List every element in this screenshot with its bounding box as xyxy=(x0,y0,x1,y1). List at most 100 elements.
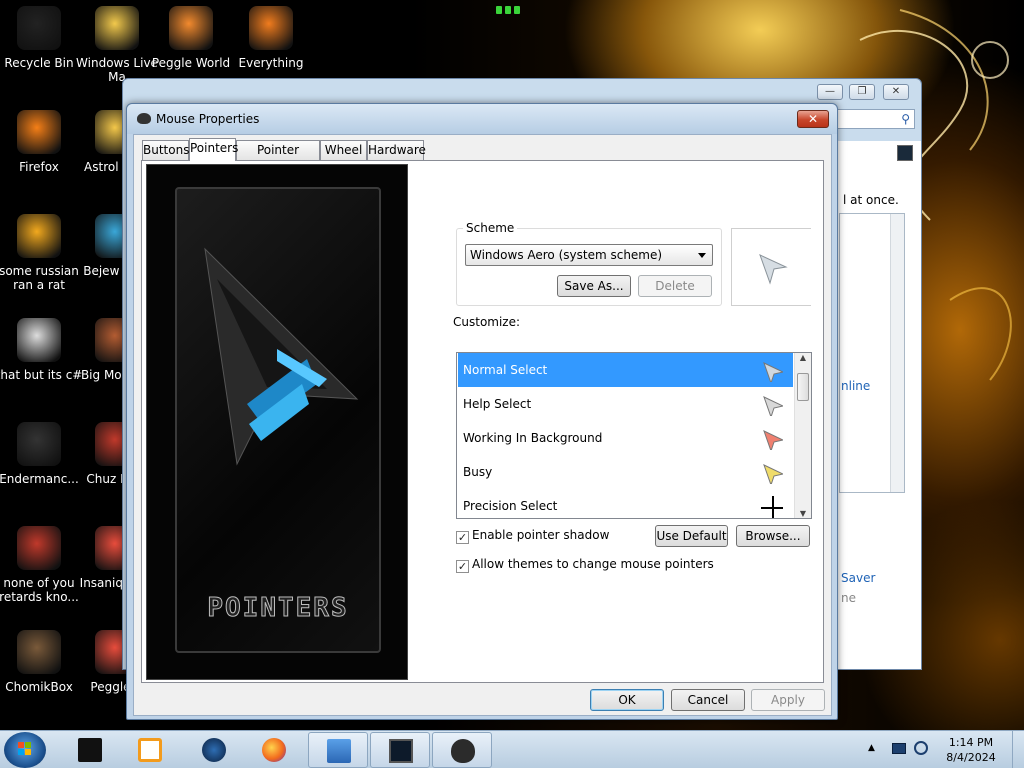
arrow-cursor-icon xyxy=(763,396,783,416)
bg-text-ne: ne xyxy=(841,591,856,605)
taskbar-mouse-properties[interactable] xyxy=(432,732,492,768)
save-as-button[interactable]: Save As... xyxy=(557,275,631,297)
bg-list-scrollbar[interactable] xyxy=(890,214,904,492)
taskbar-media-player[interactable] xyxy=(120,732,180,768)
taskbar-terminal-app[interactable] xyxy=(60,732,120,768)
scroll-up-icon[interactable]: ▲ xyxy=(795,353,811,362)
pointer-list-item[interactable]: Precision Select xyxy=(458,489,793,518)
banner-title: POINTERS xyxy=(207,593,349,624)
bg-search-icon[interactable]: ⚲ xyxy=(835,109,915,129)
taskbar: ▲ 1:14 PM 8/4/2024 xyxy=(0,730,1024,768)
bg-app-icon xyxy=(897,145,913,161)
arrow-cursor-icon xyxy=(763,464,783,484)
file-icon xyxy=(17,214,61,258)
pointer-list-item[interactable]: Working In Background xyxy=(458,421,793,455)
taskbar-firefox[interactable] xyxy=(244,732,304,768)
dialog-title: Mouse Properties xyxy=(156,112,260,126)
bg-maximize-button[interactable]: ❐ xyxy=(849,84,875,100)
tray-expand-icon[interactable]: ▲ xyxy=(868,743,875,753)
pointer-art-icon xyxy=(204,247,359,466)
globe-icon xyxy=(202,738,226,762)
crosshair-cursor-icon xyxy=(761,496,783,518)
pointer-preview xyxy=(731,228,811,306)
scheme-caption: Scheme xyxy=(463,221,518,235)
shortcut-icon xyxy=(17,318,61,362)
scheme-dropdown[interactable]: Windows Aero (system scheme) xyxy=(465,244,713,266)
mouse-properties-dialog: Mouse Properties ✕ Buttons Pointers Poin… xyxy=(126,103,838,720)
firefox-icon xyxy=(17,110,61,154)
bg-minimize-button[interactable]: — xyxy=(817,84,843,100)
show-desktop-button[interactable] xyxy=(1012,731,1024,768)
windows-logo-icon xyxy=(18,742,31,755)
chomikbox-icon xyxy=(17,630,61,674)
pointer-name: Working In Background xyxy=(463,431,603,445)
wallpaper-green-lights xyxy=(496,6,528,14)
dialog-content: Buttons Pointers Pointer Options Wheel H… xyxy=(133,134,832,716)
pointer-list[interactable]: Normal Select Help Select Working In Backg… xyxy=(456,352,812,519)
bg-link-saver[interactable]: Saver xyxy=(841,571,875,585)
firefox-icon xyxy=(262,738,286,762)
enable-pointer-shadow-checkbox[interactable]: ✓ Enable pointer shadow xyxy=(456,528,609,544)
clock-time: 1:14 PM xyxy=(948,736,994,749)
use-default-button[interactable]: Use Default xyxy=(655,525,728,547)
banner-card: POINTERS xyxy=(175,187,381,653)
checkmark-icon: ✓ xyxy=(456,531,469,544)
app-icon xyxy=(17,422,61,466)
bg-link-online[interactable]: nline xyxy=(841,379,871,393)
arrow-cursor-icon xyxy=(763,430,783,450)
tab-pointers[interactable]: Pointers xyxy=(189,138,238,161)
ok-button[interactable]: OK xyxy=(590,689,664,711)
media-player-icon xyxy=(138,738,162,762)
cancel-button[interactable]: Cancel xyxy=(671,689,745,711)
tab-wheel[interactable]: Wheel xyxy=(320,140,367,160)
scroll-down-icon[interactable]: ▼ xyxy=(795,509,811,518)
dialog-titlebar[interactable]: Mouse Properties ✕ xyxy=(127,104,837,134)
pointers-banner: POINTERS xyxy=(146,164,408,680)
taskbar-control-panel[interactable] xyxy=(308,732,368,768)
enable-pointer-shadow-label: Enable pointer shadow xyxy=(472,528,610,542)
mouse-icon xyxy=(451,739,475,763)
apply-button[interactable]: Apply xyxy=(751,689,825,711)
start-button[interactable] xyxy=(4,732,46,768)
pointer-name: Normal Select xyxy=(463,363,548,377)
pointers-page: POINTERS Scheme Windows Aero (system sch… xyxy=(141,160,824,683)
checkmark-icon: ✓ xyxy=(456,560,469,573)
bg-list[interactable] xyxy=(839,213,905,493)
tray-globe-icon[interactable] xyxy=(914,741,928,755)
pointer-name: Precision Select xyxy=(463,499,558,513)
clock[interactable]: 1:14 PM 8/4/2024 xyxy=(936,735,1006,765)
network-icon[interactable] xyxy=(892,743,906,754)
tab-buttons[interactable]: Buttons xyxy=(142,140,189,160)
tab-pointer-options[interactable]: Pointer Options xyxy=(236,140,320,176)
pointer-list-item[interactable]: Help Select xyxy=(458,387,793,421)
customize-label: Customize: xyxy=(453,315,521,329)
pointer-list-item[interactable]: Normal Select xyxy=(458,353,793,387)
arrow-cursor-icon xyxy=(759,254,788,285)
peggle-icon xyxy=(169,6,213,50)
monitor-icon xyxy=(389,739,413,763)
terminal-icon xyxy=(78,738,102,762)
bg-close-button[interactable]: ✕ xyxy=(883,84,909,100)
close-button[interactable]: ✕ xyxy=(797,110,829,128)
pointer-name: Busy xyxy=(463,465,493,479)
delete-button[interactable]: Delete xyxy=(638,275,712,297)
taskbar-display-app[interactable] xyxy=(370,732,430,768)
browse-button[interactable]: Browse... xyxy=(736,525,810,547)
pointer-list-scrollbar[interactable]: ▲ ▼ xyxy=(794,353,811,518)
taskbar-globe-app[interactable] xyxy=(184,732,244,768)
allow-themes-checkbox[interactable]: ✓ Allow themes to change mouse pointers xyxy=(456,557,714,573)
pointer-list-item[interactable]: Busy xyxy=(458,455,793,489)
desktop-icon[interactable]: Peggle World xyxy=(146,6,236,70)
scheme-group: Scheme Windows Aero (system scheme) Save… xyxy=(456,221,722,306)
windows-live-icon xyxy=(95,6,139,50)
chevron-down-icon xyxy=(698,253,706,258)
app-icon xyxy=(17,526,61,570)
scheme-value: Windows Aero (system scheme) xyxy=(470,248,663,262)
allow-themes-label: Allow themes to change mouse pointers xyxy=(472,557,714,571)
desktop-icon-label: Peggle World xyxy=(151,56,231,70)
recycle-bin-icon xyxy=(17,6,61,50)
tab-hardware[interactable]: Hardware xyxy=(367,140,426,160)
scrollbar-thumb[interactable] xyxy=(797,373,809,401)
clock-date: 8/4/2024 xyxy=(946,751,996,764)
desktop-icon[interactable]: Everything xyxy=(226,6,316,70)
